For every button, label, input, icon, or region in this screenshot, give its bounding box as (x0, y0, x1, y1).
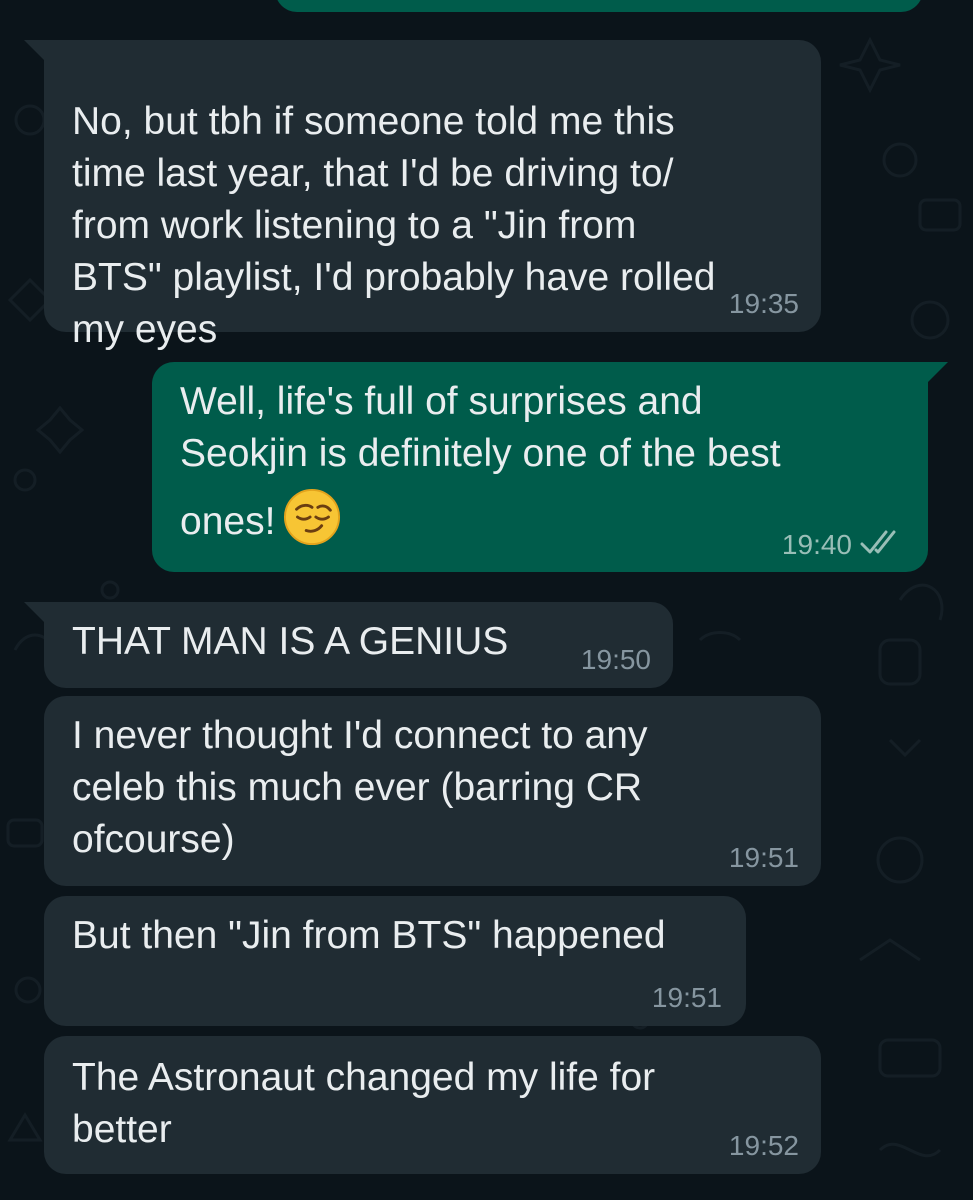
message-text: ones! (180, 500, 276, 543)
bubble-tail (926, 362, 948, 384)
message-text-line: But then "Jin from BTS" happened (72, 914, 666, 957)
message-bubble-incoming[interactable]: The Astronaut changed my life for better… (44, 1036, 821, 1174)
double-check-icon (860, 530, 896, 554)
message-timestamp: 19:40 (781, 529, 852, 560)
message-timestamp: 19:50 (580, 644, 651, 675)
message-meta: 19:40 (782, 528, 906, 561)
message-bubble-incoming[interactable]: No, but tbh if someone told me this time… (24, 40, 821, 351)
message-text-line: time last year, that I'd be driving to/ (72, 152, 674, 195)
bubble-tail (24, 602, 46, 624)
smirking-face-emoji (284, 488, 341, 546)
message-bubble-outgoing[interactable]: Well, life's full of surprises and Seokj… (152, 362, 948, 572)
message-timestamp: 19:52 (728, 1130, 799, 1161)
bubble-tail (24, 40, 46, 62)
message-text-line-with-emoji: ones! (180, 488, 341, 548)
message-bubble-incoming[interactable]: But then "Jin from BTS" happened 19:51 (44, 896, 746, 1026)
message-text-line: better (72, 1108, 172, 1151)
message-text-line: THAT MAN IS A GENIUS (72, 620, 509, 663)
message-text-line: BTS" playlist, I'd probably have rolled (72, 256, 716, 299)
message-text-line: ofcourse) (72, 818, 235, 861)
chat-area[interactable]: No, but tbh if someone told me this time… (0, 0, 973, 1200)
message-bubble-incoming[interactable]: THAT MAN IS A GENIUS 19:50 (24, 602, 673, 688)
message-timestamp: 19:51 (728, 842, 799, 873)
previous-message-bubble[interactable] (275, 0, 923, 12)
message-text-line: No, but tbh if someone told me this (72, 100, 675, 143)
message-text-line: my eyes (72, 308, 218, 351)
message-text-line: I never thought I'd connect to any (72, 714, 648, 757)
message-text-line: Seokjin is definitely one of the best (180, 432, 781, 475)
message-timestamp: 19:35 (728, 288, 799, 319)
message-text-line: from work listening to a "Jin from (72, 204, 637, 247)
message-bubble-incoming[interactable]: I never thought I'd connect to any celeb… (44, 696, 821, 886)
message-text-line: celeb this much ever (barring CR (72, 766, 643, 809)
message-text-line: The Astronaut changed my life for (72, 1056, 656, 1099)
message-text-line: Well, life's full of surprises and (180, 380, 703, 423)
message-timestamp: 19:51 (651, 982, 722, 1013)
